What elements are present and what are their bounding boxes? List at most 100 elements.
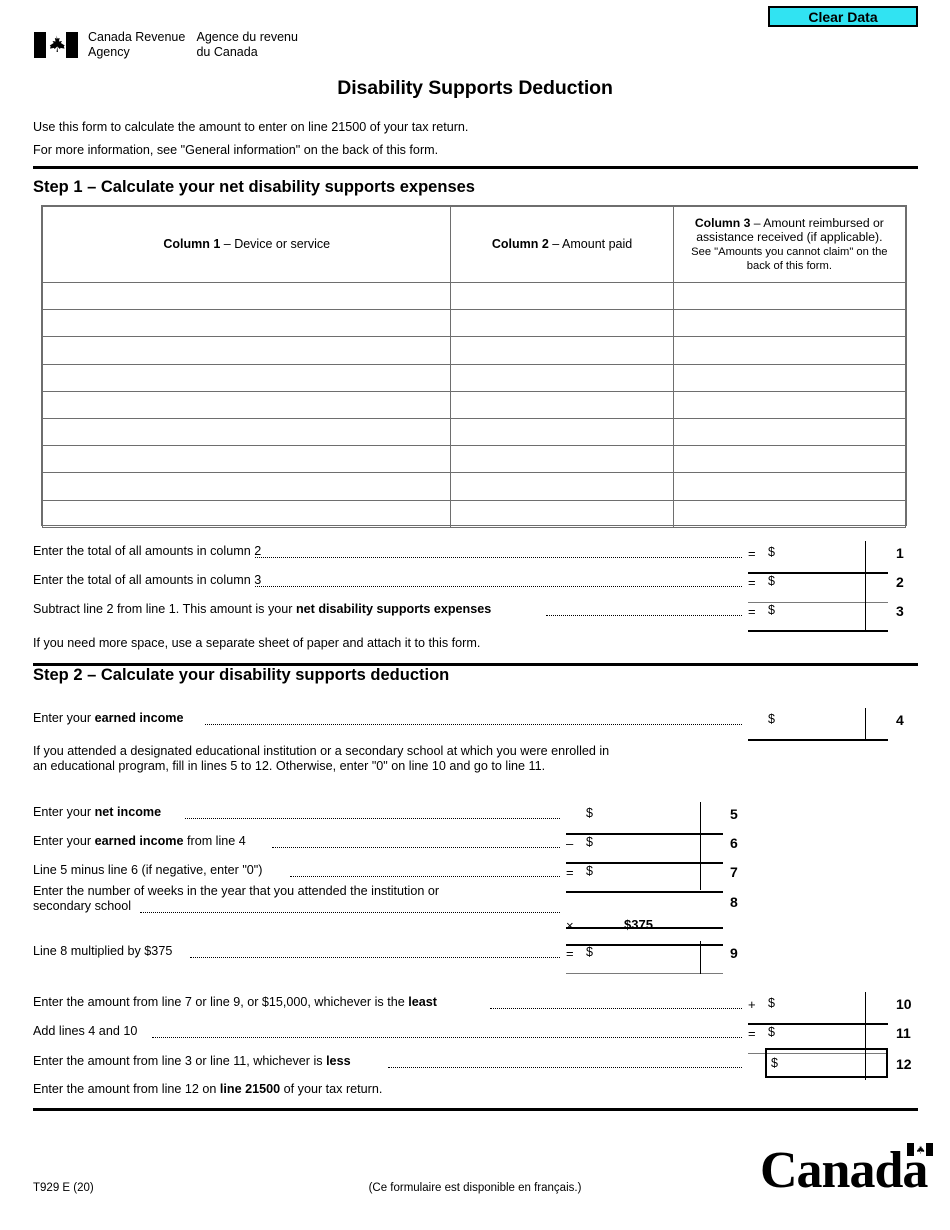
reimbursed-cell[interactable] <box>672 363 907 392</box>
device-cell[interactable] <box>41 281 452 311</box>
reimbursed-cell[interactable] <box>672 336 907 365</box>
leader-dots <box>140 912 560 913</box>
currency-symbol: $ <box>768 712 775 726</box>
line-10-field[interactable]: + $ 10 <box>748 992 912 1025</box>
line-1-operator: = <box>748 546 756 561</box>
reimbursed-cell[interactable] <box>672 417 907 447</box>
line-12-label: Enter the amount from line 3 or line 11,… <box>33 1054 351 1069</box>
amount-paid-cell[interactable] <box>450 363 674 392</box>
leader-dots <box>255 557 742 558</box>
line-7-label: Line 5 minus line 6 (if negative, enter … <box>33 863 263 877</box>
line-12-number: 12 <box>896 1056 912 1072</box>
step1-note: If you need more space, use a separate s… <box>33 636 481 650</box>
reimbursed-cell[interactable] <box>672 390 907 419</box>
line-11-number: 11 <box>896 1025 911 1041</box>
leader-dots <box>490 1008 742 1009</box>
currency-symbol: $ <box>768 603 775 617</box>
line-6-label-pre: Enter your <box>33 834 95 848</box>
line-11-operator: = <box>748 1026 756 1041</box>
line-2-operator: = <box>748 575 756 590</box>
line-4-field[interactable]: $ 4 <box>748 708 904 741</box>
agency-fr-line1: Agence du revenu <box>196 30 298 44</box>
line-5-number: 5 <box>730 806 738 822</box>
line-12-box[interactable] <box>765 1048 888 1078</box>
line-9-operator: = <box>566 946 574 961</box>
line-3-row: Subtract line 2 from line 1. This amount… <box>0 599 950 632</box>
line-2-field[interactable]: = $ 2 <box>748 570 904 603</box>
amount-paid-cell[interactable] <box>450 499 674 528</box>
closing-pre: Enter the amount from line 12 on <box>33 1082 220 1096</box>
device-cell[interactable] <box>41 309 452 338</box>
table-row[interactable] <box>41 281 907 311</box>
table-row[interactable] <box>41 499 907 528</box>
currency-symbol: $ <box>586 945 593 959</box>
line-8-number: 8 <box>730 894 738 910</box>
currency-symbol: $ <box>771 1056 778 1070</box>
line-9-number: 9 <box>730 945 738 961</box>
divider-footer <box>33 1108 918 1111</box>
reimbursed-cell[interactable] <box>672 281 907 311</box>
leader-dots <box>272 847 560 848</box>
amount-paid-cell[interactable] <box>450 281 674 311</box>
amount-paid-cell[interactable] <box>450 390 674 419</box>
table-row[interactable] <box>41 417 907 447</box>
column-1-header: Column 1 – Device or service <box>41 206 452 283</box>
device-cell[interactable] <box>41 499 452 528</box>
table-row[interactable] <box>41 336 907 365</box>
agency-en-line1: Canada Revenue <box>88 30 186 44</box>
reimbursed-cell[interactable] <box>672 309 907 338</box>
line-1-field[interactable]: = $ 1 <box>748 541 904 574</box>
line-12-row: Enter the amount from line 3 or line 11,… <box>0 1047 950 1080</box>
amount-paid-cell[interactable] <box>450 309 674 338</box>
clear-data-label: Clear Data <box>808 8 878 25</box>
column-3-note: See "Amounts you cannot claim" on the ba… <box>691 245 888 273</box>
line-4-row: Enter your earned income $ 4 <box>0 708 950 741</box>
device-cell[interactable] <box>41 445 452 474</box>
currency-symbol: $ <box>768 574 775 588</box>
leader-dots <box>388 1067 742 1068</box>
table-row[interactable] <box>41 445 907 474</box>
line-10-row: Enter the amount from line 7 or line 9, … <box>0 992 950 1025</box>
cra-logo: Canada Revenue Agency Agence du revenu d… <box>34 30 298 59</box>
page-title: Disability Supports Deduction <box>337 77 613 99</box>
currency-symbol: $ <box>768 996 775 1010</box>
amount-paid-cell[interactable] <box>450 445 674 474</box>
line-3-field[interactable]: = $ 3 <box>748 599 904 632</box>
device-cell[interactable] <box>41 390 452 419</box>
currency-symbol: $ <box>768 1025 775 1039</box>
line-9-label: Line 8 multiplied by $375 <box>33 944 173 958</box>
step2-heading: Step 2 – Calculate your disability suppo… <box>33 666 450 684</box>
amount-paid-cell[interactable] <box>450 417 674 447</box>
device-cell[interactable] <box>41 472 452 501</box>
column-3-header: Column 3 – Amount reimbursed or assistan… <box>672 206 907 283</box>
line-6-operator: – <box>566 836 574 851</box>
device-cell[interactable] <box>41 363 452 392</box>
line-6-row: Enter your earned income from line 4 – $… <box>0 831 950 864</box>
line-10-label: Enter the amount from line 7 or line 9, … <box>33 995 437 1010</box>
line-3-label-emphasis: net disability supports expenses <box>295 602 492 616</box>
amount-paid-cell[interactable] <box>450 336 674 365</box>
device-cell[interactable] <box>41 336 452 365</box>
reimbursed-cell[interactable] <box>672 445 907 474</box>
leader-dots <box>185 818 560 819</box>
line-12-field[interactable]: $ 12 <box>765 1047 912 1080</box>
line-9-field[interactable]: = $ 9 <box>566 941 738 974</box>
table-row[interactable] <box>41 309 907 338</box>
line-3-label-pre: Subtract line 2 from line 1. This amount… <box>33 602 296 616</box>
reimbursed-cell[interactable] <box>672 499 907 528</box>
table-row[interactable] <box>41 390 907 419</box>
clear-data-button[interactable]: Clear Data <box>768 6 918 27</box>
canada-wordmark: Canada <box>760 1143 934 1197</box>
table-row[interactable] <box>41 472 907 501</box>
device-cell[interactable] <box>41 417 452 447</box>
intro-line-1: Use this form to calculate the amount to… <box>33 120 469 134</box>
closing-emphasis: line 21500 <box>219 1082 281 1096</box>
line-4-number: 4 <box>896 712 904 728</box>
table-row[interactable] <box>41 363 907 392</box>
step2-note-line-2: an educational program, fill in lines 5 … <box>33 759 546 773</box>
currency-symbol: $ <box>768 545 775 559</box>
amount-paid-cell[interactable] <box>450 472 674 501</box>
reimbursed-cell[interactable] <box>672 472 907 501</box>
line-3-operator: = <box>748 604 756 619</box>
maple-leaf-icon <box>49 35 65 52</box>
